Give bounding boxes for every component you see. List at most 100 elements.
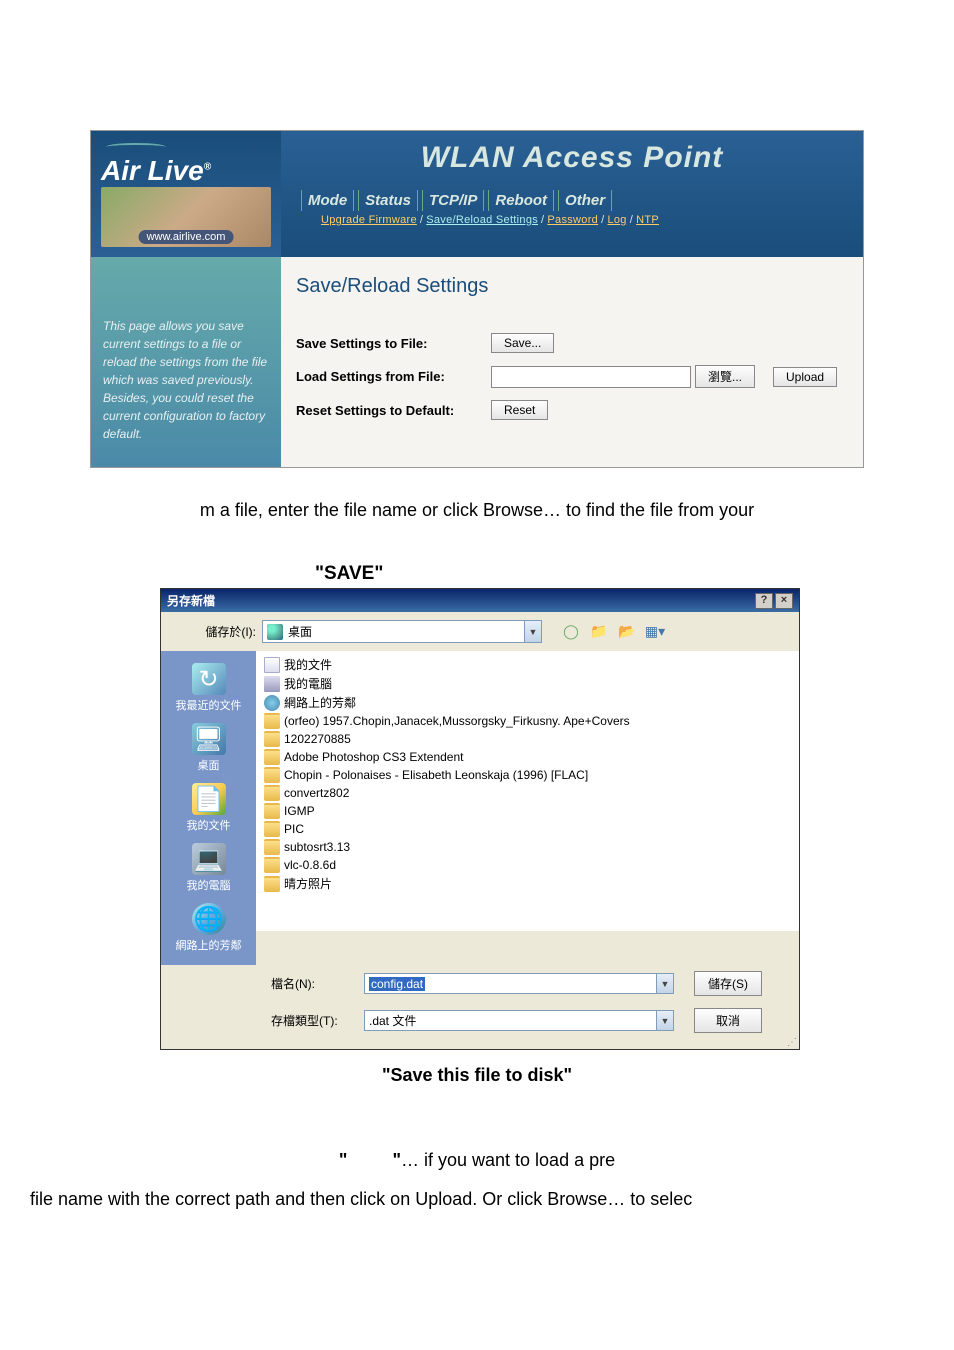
list-item[interactable]: Chopin - Polonaises - Elisabeth Leonskaj… (262, 766, 793, 784)
browse-button[interactable]: 瀏覽... (695, 365, 755, 388)
folder-icon (264, 803, 280, 819)
instruction-text-1: m a file, enter the file name or click B… (50, 498, 904, 523)
list-item[interactable]: IGMP (262, 802, 793, 820)
folder-icon (264, 767, 280, 783)
list-item[interactable]: vlc-0.8.6d (262, 856, 793, 874)
up-folder-icon[interactable]: 📁 (588, 621, 610, 643)
subnav-save-reload[interactable]: Save/Reload Settings (426, 214, 538, 226)
dialog-cancel-button[interactable]: 取消 (694, 1008, 762, 1033)
list-item[interactable]: 網路上的芳鄰 (262, 693, 793, 712)
filetype-row: 存檔類型(T): .dat 文件 ▼ 取消 (161, 1002, 799, 1039)
file-path-input[interactable] (491, 366, 691, 388)
nav-tabs: Mode Status TCP/IP Reboot Other (301, 190, 848, 211)
computer-icon: 💻 (192, 843, 226, 875)
folder-icon (264, 785, 280, 801)
list-item[interactable]: Adobe Photoshop CS3 Extendent (262, 748, 793, 766)
titlebar-buttons: ? × (755, 593, 793, 609)
tab-mode[interactable]: Mode (301, 190, 354, 211)
folder-icon (264, 857, 280, 873)
subnav-ntp[interactable]: NTP (636, 214, 659, 226)
place-network[interactable]: 🌐 網路上的芳鄰 (161, 899, 256, 957)
folder-icon (264, 731, 280, 747)
list-item[interactable]: 1202270885 (262, 730, 793, 748)
list-item[interactable]: convertz802 (262, 784, 793, 802)
place-network-label: 網路上的芳鄰 (176, 937, 242, 953)
dialog-titlebar: 另存新檔 ? × (161, 589, 799, 612)
list-item[interactable]: PIC (262, 820, 793, 838)
recent-icon: ↻ (192, 663, 226, 695)
brand-logo: Air Live® (101, 155, 271, 187)
save-as-dialog: 另存新檔 ? × 儲存於(I): 桌面 ▼ ◯ 📁 📂 ▦▾ ↻ 我最近的文件 … (160, 588, 800, 1050)
reset-settings-label: Reset Settings to Default: (296, 403, 491, 418)
sidebar-description: This page allows you save current settin… (103, 317, 269, 443)
subnav-password[interactable]: Password (547, 214, 598, 226)
place-desktop-label: 桌面 (198, 757, 220, 773)
network-item-icon (264, 695, 280, 711)
place-desktop[interactable]: 🖥 桌面 (161, 719, 256, 777)
filename-value: config.dat (369, 977, 425, 991)
toolbar-icons: ◯ 📁 📂 ▦▾ (560, 621, 666, 643)
content-area: Save/Reload Settings Save Settings to Fi… (281, 257, 863, 467)
brand-image: www.airlive.com (101, 187, 271, 247)
folder-icon (264, 821, 280, 837)
file-list[interactable]: 我的文件 我的電腦 網路上的芳鄰 (orfeo) 1957.Chopin,Jan… (256, 651, 799, 931)
place-recent-label: 我最近的文件 (176, 697, 242, 713)
logo-arc (106, 143, 166, 151)
dialog-title-text: 另存新檔 (167, 592, 215, 609)
logo-area: Air Live® www.airlive.com (91, 131, 281, 257)
list-item[interactable]: 我的電腦 (262, 674, 793, 693)
router-admin-panel: Air Live® www.airlive.com WLAN Access Po… (90, 130, 864, 468)
subnav: Upgrade Firmware/Save/Reload Settings/Pa… (321, 214, 848, 226)
content-title: Save/Reload Settings (296, 275, 848, 298)
save-heading: "SAVE" (315, 563, 954, 585)
instruction-text-2: " "… if you want to load a pre (30, 1146, 924, 1175)
view-menu-icon[interactable]: ▦▾ (644, 621, 666, 643)
desktop-icon (267, 624, 283, 640)
folder-icon (264, 839, 280, 855)
place-computer-label: 我的電腦 (187, 877, 231, 893)
subnav-upgrade[interactable]: Upgrade Firmware (321, 214, 417, 226)
instruction-text-3: file name with the correct path and then… (30, 1185, 924, 1214)
location-dropdown[interactable]: 桌面 ▼ (262, 620, 542, 643)
dialog-body: ↻ 我最近的文件 🖥 桌面 📄 我的文件 💻 我的電腦 🌐 網路上的芳鄰 我的文… (161, 651, 799, 965)
help-button[interactable]: ? (755, 593, 773, 609)
header-right: WLAN Access Point Mode Status TCP/IP Reb… (281, 131, 863, 257)
filename-input[interactable]: config.dat ▼ (364, 973, 674, 994)
place-recent[interactable]: ↻ 我最近的文件 (161, 659, 256, 717)
dropdown-arrow-icon: ▼ (524, 621, 541, 642)
list-item[interactable]: 晴方照片 (262, 874, 793, 893)
network-icon: 🌐 (192, 903, 226, 935)
new-folder-icon[interactable]: 📂 (616, 621, 638, 643)
tab-status[interactable]: Status (358, 190, 418, 211)
upload-button[interactable]: Upload (773, 367, 837, 387)
back-icon[interactable]: ◯ (560, 621, 582, 643)
place-documents-label: 我的文件 (187, 817, 231, 833)
place-documents[interactable]: 📄 我的文件 (161, 779, 256, 837)
resize-grip[interactable]: ⋰ (161, 1039, 799, 1049)
load-settings-label: Load Settings from File: (296, 369, 491, 384)
tab-reboot[interactable]: Reboot (488, 190, 554, 211)
list-item[interactable]: subtosrt3.13 (262, 838, 793, 856)
filetype-dropdown[interactable]: .dat 文件 ▼ (364, 1010, 674, 1031)
place-computer[interactable]: 💻 我的電腦 (161, 839, 256, 897)
close-button[interactable]: × (775, 593, 793, 609)
save-disk-caption: "Save this file to disk" (0, 1065, 954, 1086)
brand-url: www.airlive.com (139, 230, 234, 244)
reset-button[interactable]: Reset (491, 400, 548, 420)
dropdown-arrow-icon[interactable]: ▼ (656, 974, 673, 993)
sidebar: This page allows you save current settin… (91, 257, 281, 467)
subnav-log[interactable]: Log (607, 214, 626, 226)
tab-other[interactable]: Other (558, 190, 612, 211)
desktop-place-icon: 🖥 (192, 723, 226, 755)
list-item[interactable]: (orfeo) 1957.Chopin,Janacek,Mussorgsky_F… (262, 712, 793, 730)
save-settings-row: Save Settings to File: Save... (296, 333, 848, 353)
dropdown-arrow-icon[interactable]: ▼ (656, 1011, 673, 1030)
dialog-save-button[interactable]: 儲存(S) (694, 971, 762, 996)
filename-label: 檔名(N): (271, 975, 356, 992)
computer-item-icon (264, 676, 280, 692)
filetype-value: .dat 文件 (369, 1012, 416, 1029)
list-item[interactable]: 我的文件 (262, 655, 793, 674)
save-button[interactable]: Save... (491, 333, 554, 353)
save-in-label: 儲存於(I): (171, 623, 256, 640)
tab-tcpip[interactable]: TCP/IP (422, 190, 484, 211)
